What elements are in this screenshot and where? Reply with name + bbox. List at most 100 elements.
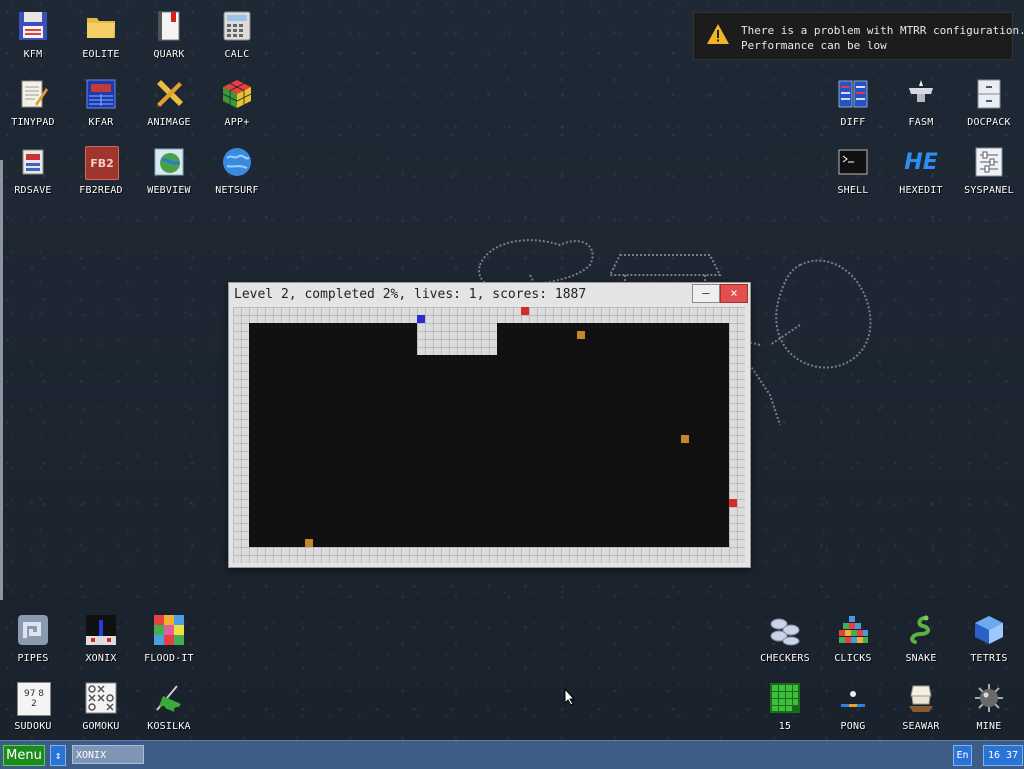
- desktop-icon-hexedit[interactable]: HE HEXEDIT: [889, 138, 953, 202]
- desktop-icon-gomoku[interactable]: GOMOKU: [69, 674, 133, 738]
- snake-icon: [910, 615, 930, 644]
- checkers-icon: [770, 618, 800, 646]
- desktop-icon-app-plus[interactable]: APP+: [205, 70, 269, 134]
- minimize-button[interactable]: –: [692, 284, 720, 303]
- lawnmower-icon: [156, 685, 181, 713]
- desktop-icon-kfm[interactable]: KFM: [1, 2, 65, 66]
- terminal-icon: [838, 149, 868, 175]
- desktop-icon-shell[interactable]: SHELL: [821, 138, 885, 202]
- desktop-icon-checkers[interactable]: CHECKERS: [753, 606, 817, 670]
- sea-enemy: [681, 435, 689, 443]
- desktop-icon-fb2read[interactable]: FB2 FB2READ: [69, 138, 133, 202]
- sea-enemy: [305, 539, 313, 547]
- player-cursor: [417, 315, 425, 323]
- desktop-left-edge: [0, 160, 3, 600]
- sliders-icon: [975, 147, 1003, 177]
- notification-popup[interactable]: There is a problem with MTRR configurati…: [693, 12, 1024, 60]
- fasm-anvil-icon: [909, 80, 933, 102]
- xonix-game-icon: [86, 615, 116, 645]
- floppy-icon: [19, 12, 47, 40]
- desktop-icon-clicks[interactable]: CLICKS: [821, 606, 885, 670]
- sudoku-grid-icon: 97 8 2: [17, 682, 51, 716]
- desktop-icon-syspanel[interactable]: SYSPANEL: [957, 138, 1021, 202]
- sailing-ship-icon: [909, 685, 933, 712]
- diff-icon: [838, 80, 868, 108]
- rubiks-cube-icon: [222, 80, 252, 108]
- desktop-icon-tinypad[interactable]: TINYPAD: [1, 70, 65, 134]
- tic-tac-toe-icon: [85, 682, 117, 714]
- desktop-icon-webview[interactable]: WEBVIEW: [137, 138, 201, 202]
- desktop-icon-label: CALC: [224, 49, 250, 60]
- xonix-window[interactable]: Level 2, completed 2%, lives: 1, scores:…: [228, 282, 751, 568]
- cabinet-icon: [977, 79, 1001, 109]
- desktop: KFM EOLITE QUARK CALC TINYPAD KFAR ANIMA…: [0, 0, 1024, 740]
- desktop-icon-xonix[interactable]: XONIX: [69, 606, 133, 670]
- notification-message: There is a problem with MTRR configurati…: [741, 23, 1024, 53]
- language-indicator[interactable]: En: [953, 745, 972, 766]
- desktop-icon-label: SYSPANEL: [964, 185, 1014, 196]
- desktop-icon-pipes[interactable]: PIPES: [1, 606, 65, 670]
- clock[interactable]: 16 37: [983, 745, 1023, 766]
- notification-line-2: Performance can be low: [741, 39, 887, 52]
- desktop-icon-label: MINE: [976, 721, 1002, 732]
- desktop-icon-label: APP+: [224, 117, 250, 128]
- menu-button[interactable]: Menu: [3, 745, 45, 766]
- taskbar-item-xonix[interactable]: XONIX: [72, 745, 144, 764]
- desktop-icon-tetris[interactable]: TETRIS: [957, 606, 1021, 670]
- desktop-icon-label: TETRIS: [970, 653, 1008, 664]
- game-board[interactable]: [233, 307, 745, 563]
- desktop-icon-label: DOCPACK: [967, 117, 1011, 128]
- taskbar: Menu ↕ XONIX En 16 37: [0, 740, 1024, 769]
- switch-button[interactable]: ↕: [50, 745, 66, 766]
- land-enemy: [521, 307, 529, 315]
- desktop-icon-snake[interactable]: SNAKE: [889, 606, 953, 670]
- desktop-icon-kosilka[interactable]: KOSILKA: [137, 674, 201, 738]
- pencil-ruler-icon: [155, 80, 183, 108]
- desktop-icon-seawar[interactable]: SEAWAR: [889, 674, 953, 738]
- warning-icon: [707, 24, 729, 44]
- calculator-icon: [223, 11, 251, 41]
- desktop-icon-pong[interactable]: PONG: [821, 674, 885, 738]
- archive-icon: [86, 79, 116, 109]
- sea-area: [249, 323, 417, 355]
- clicks-blocks-icon: [839, 616, 868, 643]
- book-icon: [158, 11, 180, 41]
- tetris-cube-icon: [975, 616, 1003, 644]
- desktop-icon-fasm[interactable]: FASM: [889, 70, 953, 134]
- ramdisk-save-icon: [22, 149, 44, 175]
- globe-icon: [223, 148, 251, 176]
- pong-icon: [841, 691, 865, 707]
- desktop-icon-netsurf[interactable]: NETSURF: [205, 138, 269, 202]
- desktop-icon-quark[interactable]: QUARK: [137, 2, 201, 66]
- sea-area: [249, 323, 729, 547]
- desktop-icon-label: KOSILKA: [147, 721, 191, 732]
- naval-mine-icon: [975, 684, 1003, 712]
- web-globe-window-icon: [154, 148, 184, 176]
- desktop-icon-mine[interactable]: MINE: [957, 674, 1021, 738]
- window-title: Level 2, completed 2%, lives: 1, scores:…: [234, 287, 587, 302]
- desktop-icon-sudoku[interactable]: 97 8 2 SUDOKU: [1, 674, 65, 738]
- desktop-icon-animage[interactable]: ANIMAGE: [137, 70, 201, 134]
- desktop-icon-calc[interactable]: CALC: [205, 2, 269, 66]
- close-button[interactable]: ×: [720, 284, 748, 303]
- desktop-icon-kfar[interactable]: KFAR: [69, 70, 133, 134]
- desktop-icon-eolite[interactable]: EOLITE: [69, 2, 133, 66]
- flood-it-grid-icon: [154, 615, 184, 645]
- hex-editor-icon: HE: [904, 149, 938, 175]
- notepad-icon: [21, 80, 48, 108]
- mouse-pointer-icon: [564, 688, 576, 706]
- sea-area: [497, 323, 729, 355]
- notification-line-1: There is a problem with MTRR configurati…: [741, 24, 1024, 37]
- desktop-icon-rdsave[interactable]: RDSAVE: [1, 138, 65, 202]
- fifteen-puzzle-icon: [770, 683, 800, 713]
- folder-icon: [87, 18, 115, 38]
- captured-land: [417, 323, 497, 355]
- desktop-icon-fifteen[interactable]: 15: [753, 674, 817, 738]
- land-enemy: [729, 499, 737, 507]
- desktop-icon-flood-it[interactable]: FLOOD-IT: [137, 606, 201, 670]
- desktop-icon-diff[interactable]: DIFF: [821, 70, 885, 134]
- fb2-book-icon: FB2: [85, 146, 119, 180]
- sea-enemy: [577, 331, 585, 339]
- desktop-icon-label: FLOOD-IT: [144, 653, 194, 664]
- desktop-icon-docpack[interactable]: DOCPACK: [957, 70, 1021, 134]
